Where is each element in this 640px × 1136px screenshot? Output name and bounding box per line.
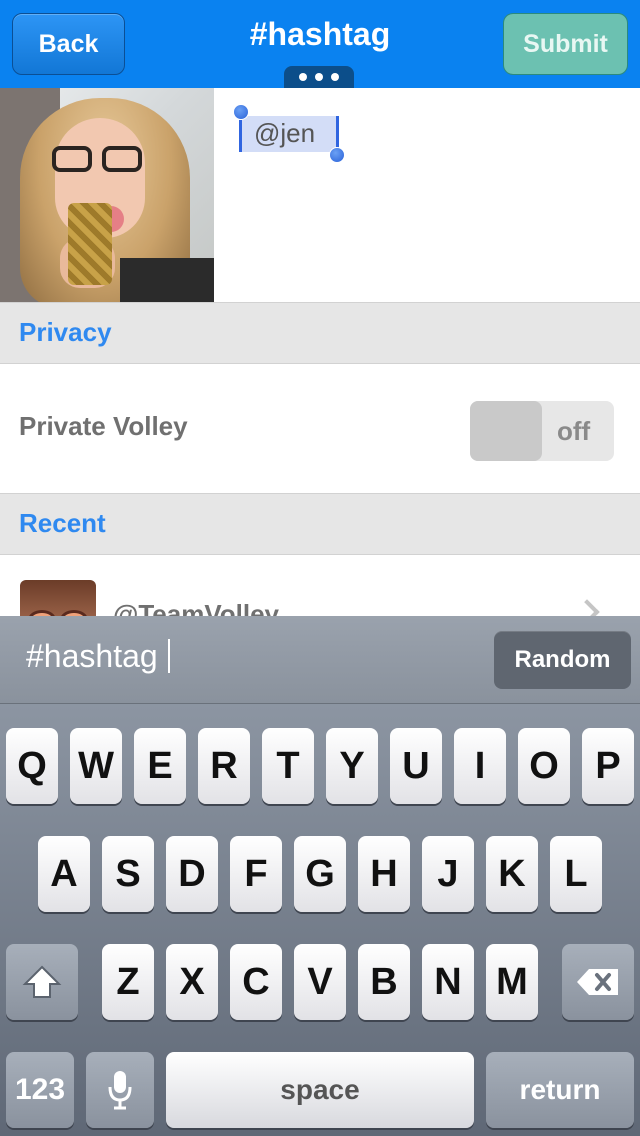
space-key[interactable]: space: [166, 1052, 474, 1128]
shift-key[interactable]: [6, 944, 78, 1020]
privacy-section-header: Privacy: [0, 302, 640, 364]
hashtag-input-bar: #hashtag Random: [0, 616, 640, 704]
selection-end-handle[interactable]: [329, 147, 345, 163]
selection-end-bar: [336, 116, 339, 150]
hashtag-input-value: #hashtag: [26, 638, 158, 674]
recent-header-label: Recent: [19, 508, 106, 538]
private-volley-label: Private Volley: [19, 411, 188, 441]
photo-phone: [68, 203, 112, 285]
privacy-header-label: Privacy: [19, 317, 112, 347]
dot: [315, 73, 323, 81]
selfie-photo[interactable]: [0, 88, 214, 302]
key-w[interactable]: W: [70, 728, 122, 804]
key-v[interactable]: V: [294, 944, 346, 1020]
key-j[interactable]: J: [422, 836, 474, 912]
key-m[interactable]: M: [486, 944, 538, 1020]
dot: [331, 73, 339, 81]
toggle-knob: [470, 401, 542, 461]
key-r[interactable]: R: [198, 728, 250, 804]
keyboard: Q W E R T Y U I O P A S D F G H J K L Z …: [0, 704, 640, 1136]
key-n[interactable]: N: [422, 944, 474, 1020]
key-u[interactable]: U: [390, 728, 442, 804]
key-t[interactable]: T: [262, 728, 314, 804]
key-c[interactable]: C: [230, 944, 282, 1020]
key-l[interactable]: L: [550, 836, 602, 912]
random-button[interactable]: Random: [494, 631, 631, 689]
toggle-state-label: off: [557, 416, 591, 446]
key-x[interactable]: X: [166, 944, 218, 1020]
key-k[interactable]: K: [486, 836, 538, 912]
key-f[interactable]: F: [230, 836, 282, 912]
selection-start-bar: [239, 120, 242, 152]
key-o[interactable]: O: [518, 728, 570, 804]
key-p[interactable]: P: [582, 728, 634, 804]
key-h[interactable]: H: [358, 836, 410, 912]
shift-icon: [22, 965, 62, 998]
more-options-icon[interactable]: [284, 66, 354, 88]
recent-section-header: Recent: [0, 493, 640, 555]
navigation-bar: Back #hashtag Submit: [0, 0, 640, 88]
mention-text[interactable]: @jen: [254, 118, 315, 149]
photo-shirt: [120, 258, 214, 302]
selection-start-handle[interactable]: [233, 104, 249, 120]
hashtag-input[interactable]: #hashtag: [26, 638, 170, 675]
dot: [299, 73, 307, 81]
backspace-icon: [577, 969, 618, 995]
avatar: [20, 580, 96, 620]
text-cursor: [167, 639, 170, 673]
key-b[interactable]: B: [358, 944, 410, 1020]
recent-list-item[interactable]: @TeamVolley: [0, 555, 640, 620]
key-s[interactable]: S: [102, 836, 154, 912]
key-z[interactable]: Z: [102, 944, 154, 1020]
key-i[interactable]: I: [454, 728, 506, 804]
submit-button[interactable]: Submit: [503, 13, 628, 75]
key-q[interactable]: Q: [6, 728, 58, 804]
return-key[interactable]: return: [486, 1052, 634, 1128]
key-g[interactable]: G: [294, 836, 346, 912]
microphone-icon: [108, 1071, 132, 1110]
key-d[interactable]: D: [166, 836, 218, 912]
delete-key[interactable]: [562, 944, 634, 1020]
dictation-key[interactable]: [86, 1052, 154, 1128]
key-y[interactable]: Y: [326, 728, 378, 804]
photo-glasses: [50, 146, 150, 172]
key-a[interactable]: A: [38, 836, 90, 912]
private-volley-toggle[interactable]: off: [470, 401, 614, 461]
numbers-key[interactable]: 123: [6, 1052, 74, 1128]
key-e[interactable]: E: [134, 728, 186, 804]
